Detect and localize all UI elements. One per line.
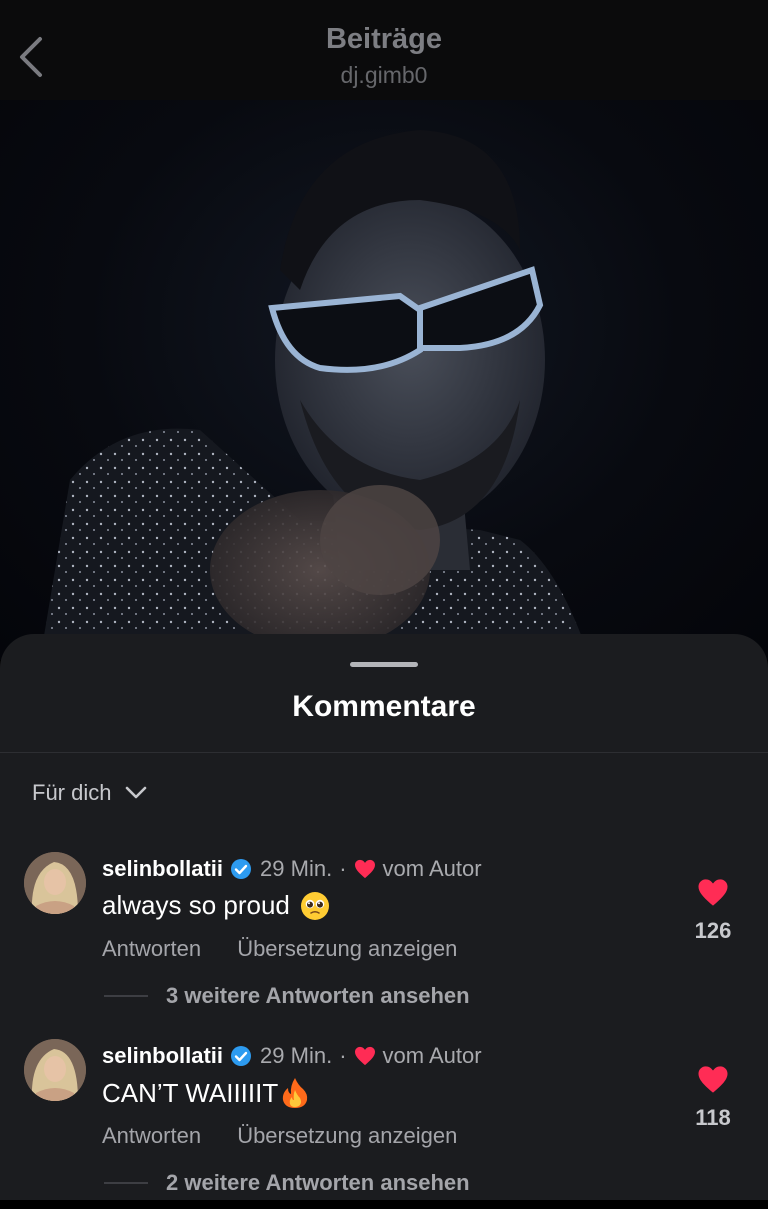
like-count: 118 bbox=[695, 1105, 731, 1130]
account-username: dj.gimb0 bbox=[340, 62, 428, 88]
comment-text: CAN’T WAIIIIIT bbox=[102, 1077, 279, 1108]
comment-username[interactable]: selinbollatii bbox=[102, 856, 223, 882]
avatar[interactable] bbox=[24, 852, 86, 914]
comment-actions: Antworten Übersetzung anzeigen bbox=[102, 936, 457, 962]
like-button[interactable]: 118 bbox=[680, 1065, 746, 1155]
comment-item: selinbollatii 29 Min. · vom Autor always… bbox=[0, 852, 768, 1022]
verified-badge-icon bbox=[230, 858, 252, 880]
replies-line bbox=[104, 1182, 148, 1184]
view-replies-label: 3 weitere Antworten ansehen bbox=[166, 983, 470, 1008]
replies-line bbox=[104, 995, 148, 997]
drag-handle[interactable] bbox=[350, 662, 418, 667]
separator-dot: · bbox=[339, 1043, 347, 1068]
view-replies-button[interactable]: 2 weitere Antworten ansehen bbox=[104, 1169, 470, 1197]
comment-header: selinbollatii 29 Min. · vom Autor bbox=[102, 1041, 482, 1071]
comment-time: 29 Min. bbox=[260, 856, 333, 881]
comment-text: always so proud bbox=[102, 890, 290, 920]
avatar[interactable] bbox=[24, 1039, 86, 1101]
comment-header: selinbollatii 29 Min. · vom Autor bbox=[102, 854, 482, 884]
divider bbox=[0, 752, 768, 753]
comment-text-row: CAN’T WAIIIIIT bbox=[102, 1077, 310, 1109]
translate-button[interactable]: Übersetzung anzeigen bbox=[237, 936, 457, 961]
translate-button[interactable]: Übersetzung anzeigen bbox=[237, 1123, 457, 1148]
reply-button[interactable]: Antworten bbox=[102, 936, 201, 961]
comments-sheet: Kommentare Für dich selinbollatii 29 Min… bbox=[0, 634, 768, 1200]
comment-actions: Antworten Übersetzung anzeigen bbox=[102, 1123, 457, 1149]
sort-dropdown[interactable]: Für dich bbox=[32, 778, 147, 808]
comment-item: selinbollatii 29 Min. · vom Autor CAN’T … bbox=[0, 1039, 768, 1209]
liked-by-author-label: vom Autor bbox=[382, 856, 482, 881]
video-preview[interactable] bbox=[0, 100, 768, 660]
heart-icon bbox=[698, 879, 728, 906]
fire-emoji-icon bbox=[280, 1077, 310, 1109]
verified-badge-icon bbox=[230, 1045, 252, 1067]
pleading-face-emoji-icon bbox=[300, 891, 330, 921]
heart-icon bbox=[354, 1046, 376, 1066]
like-button[interactable]: 126 bbox=[680, 878, 746, 968]
sort-label: Für dich bbox=[32, 780, 112, 805]
comment-username[interactable]: selinbollatii bbox=[102, 1043, 223, 1069]
liked-by-author-label: vom Autor bbox=[382, 1043, 482, 1068]
comment-text-row: always so proud bbox=[102, 890, 330, 921]
separator-dot: · bbox=[339, 856, 347, 881]
chevron-down-icon bbox=[126, 786, 147, 799]
view-replies-button[interactable]: 3 weitere Antworten ansehen bbox=[104, 982, 470, 1010]
heart-icon bbox=[698, 1066, 728, 1093]
like-count: 126 bbox=[694, 918, 732, 943]
comment-time: 29 Min. bbox=[260, 1043, 333, 1068]
video-frame-image bbox=[40, 130, 590, 660]
comments-title: Kommentare bbox=[292, 690, 476, 723]
view-replies-label: 2 weitere Antworten ansehen bbox=[166, 1170, 470, 1195]
reply-button[interactable]: Antworten bbox=[102, 1123, 201, 1148]
header-bar: Beiträge dj.gimb0 bbox=[0, 0, 768, 101]
avatar-image bbox=[24, 1039, 86, 1101]
avatar-image bbox=[24, 852, 86, 914]
page-title: Beiträge bbox=[325, 23, 443, 55]
heart-icon bbox=[354, 859, 376, 879]
